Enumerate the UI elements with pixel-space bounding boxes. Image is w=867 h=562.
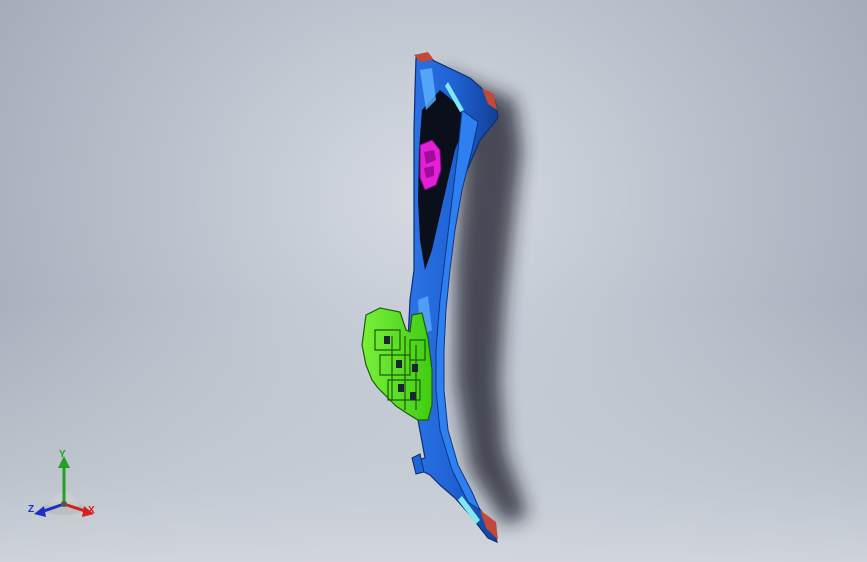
triad-y-label: Y	[59, 449, 66, 460]
graphics-viewport[interactable]: Y Z X	[0, 0, 867, 562]
triad-x-label: X	[88, 505, 95, 516]
cad-model[interactable]	[0, 0, 867, 562]
lower-stub	[411, 453, 425, 475]
view-triad[interactable]: Y Z X	[24, 448, 104, 524]
triad-z-label: Z	[28, 504, 35, 515]
